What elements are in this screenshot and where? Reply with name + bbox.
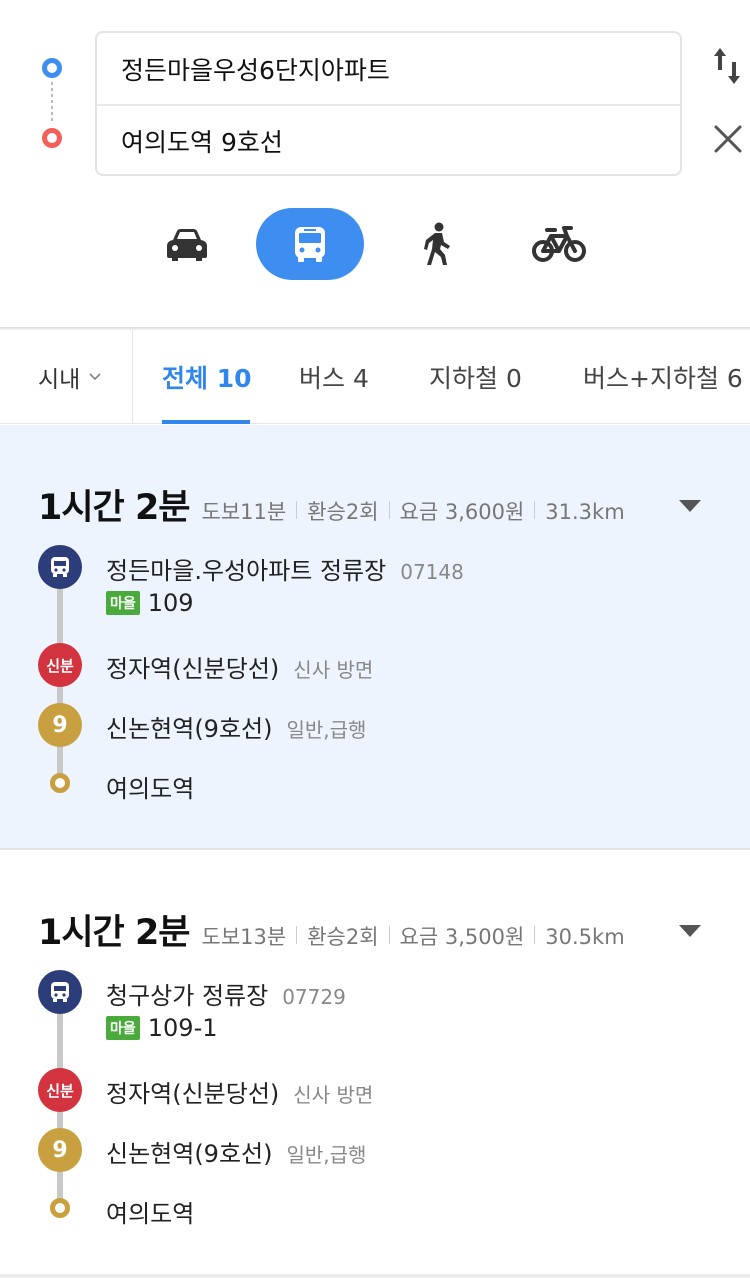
expand-triangle-icon[interactable] xyxy=(678,922,702,938)
bus-number: 109 xyxy=(147,589,194,617)
village-bus-tag: 마을 xyxy=(106,591,140,615)
stop-id: 07148 xyxy=(400,560,464,584)
bus-line-info: 마을 109 xyxy=(106,589,194,617)
destination-marker-icon xyxy=(42,128,62,148)
bus-badge-icon xyxy=(38,545,82,589)
bike-icon xyxy=(532,226,586,262)
line9-badge: 9 xyxy=(38,1128,82,1172)
stop-name: 청구상가 정류장 xyxy=(106,982,269,1010)
route-summary: 1시간 2분 도보11분 환승2회 요금 3,600원 31.3km xyxy=(38,479,625,530)
search-header: 정든마을우성6단지아파트 여의도역 9호선 xyxy=(0,0,750,328)
route-duration: 1시간 2분 xyxy=(38,488,190,528)
close-icon[interactable] xyxy=(711,122,745,156)
mode-walk-button[interactable] xyxy=(400,208,474,280)
walk-time: 도보13분 xyxy=(201,925,287,949)
origin-input[interactable]: 정든마을우성6단지아파트 xyxy=(97,33,680,104)
bus-line-info: 마을 109-1 xyxy=(106,1014,218,1042)
village-bus-tag: 마을 xyxy=(106,1016,140,1040)
transfer-stop: 정자역(신분당선) 신사 방면 xyxy=(106,649,373,684)
route-markers xyxy=(40,56,64,148)
boarding-stop: 청구상가 정류장 07729 xyxy=(106,976,346,1011)
mode-transit-button[interactable] xyxy=(256,208,364,280)
transfer-stop: 정자역(신분당선) 신사 방면 xyxy=(106,1074,373,1109)
line9-badge: 9 xyxy=(38,703,82,747)
tab-all[interactable]: 전체 10 xyxy=(162,330,252,424)
sinbundang-line-badge: 신분 xyxy=(38,1068,82,1112)
route-summary: 1시간 2분 도보13분 환승2회 요금 3,500원 30.5km xyxy=(38,904,625,955)
city-dropdown[interactable]: 시내 xyxy=(0,330,133,424)
fare: 요금 3,500원 xyxy=(399,925,525,949)
tab-subway[interactable]: 지하철 0 xyxy=(429,330,522,424)
stop-name: 정자역(신분당선) xyxy=(106,1080,280,1108)
boarding-stop: 정든마을.우성아파트 정류장 07148 xyxy=(106,551,464,586)
walk-icon xyxy=(424,222,450,265)
route-connector xyxy=(51,82,53,124)
mode-car-button[interactable] xyxy=(150,208,224,280)
bus-badge-icon xyxy=(38,970,82,1014)
route-card[interactable]: 1시간 2분 도보11분 환승2회 요금 3,600원 31.3km 정든마을.… xyxy=(0,425,750,848)
distance: 31.3km xyxy=(545,500,625,524)
stop-name: 여의도역 xyxy=(106,775,195,803)
stop-name: 여의도역 xyxy=(106,1200,195,1228)
stop-name: 정든마을.우성아파트 정류장 xyxy=(106,557,387,585)
stop-id: 07729 xyxy=(282,985,346,1009)
origin-marker-icon xyxy=(42,58,62,78)
route-input-box: 정든마을우성6단지아파트 여의도역 9호선 xyxy=(95,31,682,176)
destination-input[interactable]: 여의도역 9호선 xyxy=(97,104,680,175)
arrival-marker-icon xyxy=(50,773,70,793)
mode-bike-button[interactable] xyxy=(520,208,598,280)
expand-triangle-icon[interactable] xyxy=(678,497,702,513)
direction: 신사 방면 xyxy=(293,658,374,682)
city-dropdown-label: 시내 xyxy=(38,367,81,393)
list-bottom-divider xyxy=(0,1274,750,1278)
sinbundang-line-badge: 신분 xyxy=(38,643,82,687)
stop-name: 신논현역(9호선) xyxy=(106,1140,273,1168)
tab-bus-subway[interactable]: 버스+지하철 6 xyxy=(583,330,743,424)
fare: 요금 3,600원 xyxy=(399,500,525,524)
transfer-stop: 신논현역(9호선) 일반,급행 xyxy=(106,1134,366,1169)
distance: 30.5km xyxy=(545,925,625,949)
walk-time: 도보11분 xyxy=(201,500,287,524)
tab-bus[interactable]: 버스 4 xyxy=(299,330,369,424)
transfer-stop: 신논현역(9호선) 일반,급행 xyxy=(106,709,366,744)
service-type: 일반,급행 xyxy=(286,1143,367,1167)
transport-mode-selector xyxy=(0,208,750,280)
stop-name: 정자역(신분당선) xyxy=(106,655,280,683)
bus-number: 109-1 xyxy=(147,1014,218,1042)
arrival-stop: 여의도역 xyxy=(106,769,194,804)
arrival-stop: 여의도역 xyxy=(106,1194,194,1229)
stop-name: 신논현역(9호선) xyxy=(106,715,273,743)
transfer-count: 환승2회 xyxy=(307,925,379,949)
bus-icon xyxy=(295,227,325,262)
arrival-marker-icon xyxy=(50,1198,70,1218)
service-type: 일반,급행 xyxy=(286,718,367,742)
route-filter-tabs: 시내 전체 10 버스 4 지하철 0 버스+지하철 6 xyxy=(0,330,750,424)
transfer-count: 환승2회 xyxy=(307,500,379,524)
swap-icon[interactable] xyxy=(710,44,746,88)
route-card[interactable]: 1시간 2분 도보13분 환승2회 요금 3,500원 30.5km 청구상가 … xyxy=(0,850,750,1274)
active-tab-indicator xyxy=(162,420,250,424)
chevron-down-icon xyxy=(89,373,101,381)
car-icon xyxy=(167,229,207,261)
route-duration: 1시간 2분 xyxy=(38,913,190,953)
direction: 신사 방면 xyxy=(293,1083,374,1107)
